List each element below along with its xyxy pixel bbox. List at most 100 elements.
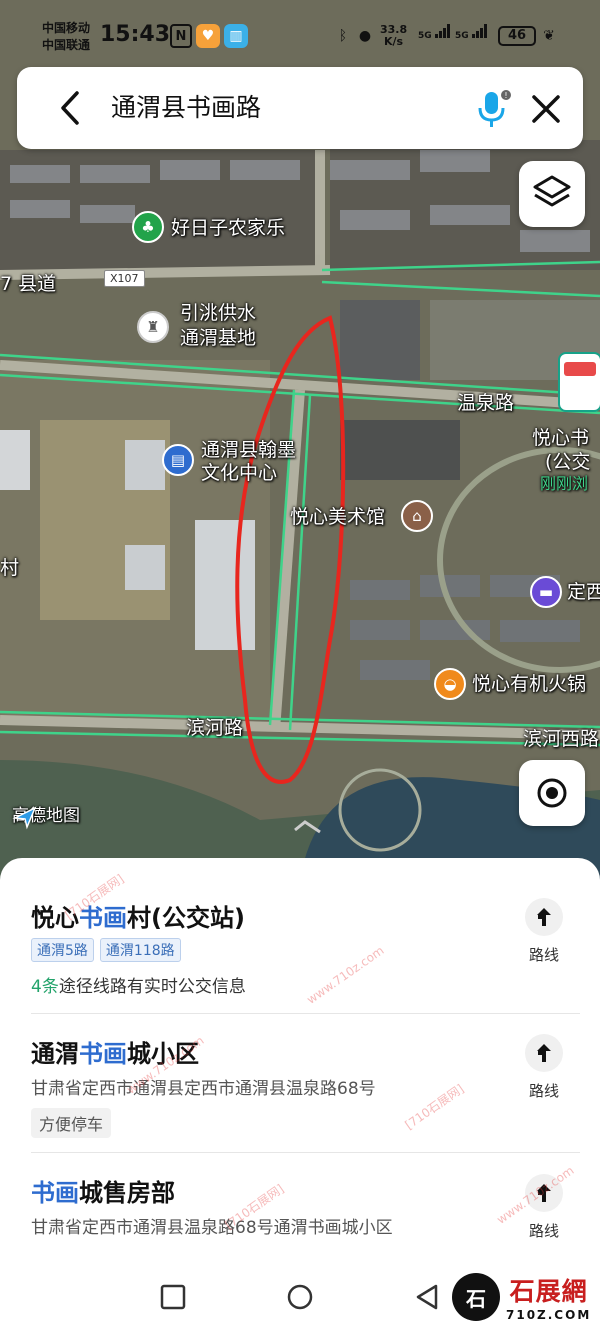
svg-text:!: ! (504, 91, 507, 100)
bus-stop-marker-icon[interactable] (558, 352, 600, 412)
signal-5g-1: 5G (418, 24, 451, 41)
farmstay-icon[interactable]: ♣ (132, 211, 164, 243)
hotel-icon[interactable]: ▬ (530, 576, 562, 608)
back-nav-button[interactable] (414, 1284, 440, 1310)
locate-icon (537, 778, 567, 808)
results-sheet[interactable]: 悦心书画村(公交站) 通渭5路 通渭118路 4条途径线路有实时公交信息 路线 通… (0, 858, 600, 1264)
layers-icon (533, 175, 571, 207)
route-icon-wrap (525, 898, 563, 936)
watermark: www.710z.com (304, 943, 387, 1007)
back-button[interactable] (53, 89, 89, 127)
brand-emblem: 石 (452, 1273, 500, 1321)
route-label: 路线 (528, 1222, 559, 1240)
status-bar: 中国移动 中国联通 15:43 N ♥ ▥ ᛒ ● 33.8 K/s 5G 5G… (0, 0, 600, 66)
back-arrow-icon (61, 91, 79, 125)
divider (31, 1013, 580, 1014)
county-road-label: 7 县道 (0, 273, 57, 295)
divider (31, 1152, 580, 1153)
route-label: 路线 (528, 946, 559, 964)
route-arrow-icon (537, 908, 551, 926)
site-watermark-logo: 石 石展網 710Z.COM (452, 1268, 597, 1326)
brand-name: 石展網 (509, 1277, 588, 1306)
road-wenquan: 温泉路 (457, 392, 515, 414)
recently-viewed-label: 刚刚浏 (540, 474, 589, 493)
result-title[interactable]: 悦心书画村(公交站) (31, 898, 245, 933)
poi-haorizi[interactable]: 好日子农家乐 (171, 216, 285, 240)
app-heart-icon: ♥ (196, 24, 220, 48)
result-address: 甘肃省定西市通渭县温泉路68号通渭书画城小区 (31, 1218, 393, 1238)
poi-yuexin-bus-line1[interactable]: 悦心书 (532, 426, 589, 450)
nfc-icon: N (170, 24, 192, 48)
poi-yuexin-art[interactable]: 悦心美术馆 (290, 505, 385, 529)
net-speed-unit: K/s (384, 35, 404, 48)
watermark: [710石展网] (402, 1081, 467, 1133)
title-highlight: 书画 (31, 1179, 79, 1207)
road-code-badge: X107 (104, 270, 145, 287)
route-label: 路线 (528, 1082, 559, 1100)
bluetooth-icon: ᛒ (338, 28, 348, 44)
clock: 15:43 (100, 22, 171, 47)
road-binhe-west: 滨河西路 (523, 728, 600, 750)
bus-line-tag: 通渭118路 (99, 938, 181, 962)
amap-logo: 高德地图 (12, 804, 80, 830)
brand-url: 710Z.COM (506, 1308, 592, 1322)
realtime-text: 途径线路有实时公交信息 (58, 977, 246, 997)
bus-line-tag: 通渭5路 (31, 938, 94, 962)
signal1-bars-icon (434, 24, 450, 38)
brand-text: 石展網 710Z.COM (506, 1272, 591, 1322)
poi-yintao-line2[interactable]: 通渭基地 (180, 326, 256, 350)
leaf-icon: ❦ (543, 28, 555, 44)
microphone-icon: ! (478, 90, 511, 127)
carrier-info: 中国移动 中国联通 (42, 20, 90, 54)
route-arrow-icon (537, 1044, 551, 1062)
poi-hanmo-line1[interactable]: 通渭县翰墨 (201, 438, 296, 462)
circle-icon (287, 1284, 313, 1310)
title-highlight: 书画 (79, 1040, 127, 1068)
amap-logo-icon (12, 806, 37, 830)
parking-chip: 方便停车 (31, 1108, 112, 1138)
poi-hanmo-line2[interactable]: 文化中心 (201, 461, 277, 485)
restaurant-icon[interactable]: ◒ (434, 668, 466, 700)
line-count: 4条 (31, 977, 59, 997)
recents-button[interactable] (160, 1284, 186, 1310)
realtime-info: 4条途径线路有实时公交信息 (31, 972, 246, 997)
landmark-icon[interactable]: ♜ (137, 311, 169, 343)
route-icon-wrap (525, 1034, 563, 1072)
triangle-back-icon (416, 1284, 438, 1310)
app-book-icon: ▥ (224, 24, 248, 48)
result-title[interactable]: 书画城售房部 (31, 1173, 175, 1208)
search-bar: ! (17, 67, 583, 149)
home-button[interactable] (287, 1284, 313, 1310)
signal2-label: 5G (455, 31, 469, 41)
edge-label: 村 (0, 557, 20, 579)
route-button[interactable]: 路线 (524, 1034, 564, 1101)
locate-me-button[interactable] (519, 760, 585, 826)
clear-search-button[interactable] (528, 91, 564, 127)
location-icon: ● (358, 28, 372, 44)
poi-yuexin-bus-line2[interactable]: (公交 (545, 450, 590, 474)
battery-indicator: 46 (498, 26, 536, 46)
poi-hotpot[interactable]: 悦心有机火锅 (472, 672, 586, 696)
square-icon (160, 1284, 186, 1310)
signal-5g-2: 5G (455, 24, 488, 41)
library-icon[interactable]: ▤ (162, 444, 194, 476)
signal1-label: 5G (418, 31, 432, 41)
bus-line-tags: 通渭5路 通渭118路 (31, 938, 187, 962)
network-speed: 33.8 K/s (380, 24, 407, 48)
signal2-bars-icon (471, 24, 487, 38)
result-address: 甘肃省定西市通渭县定西市通渭县温泉路68号 (31, 1079, 376, 1099)
route-button[interactable]: 路线 (524, 898, 564, 965)
voice-search-button[interactable]: ! (472, 89, 512, 129)
search-input[interactable] (111, 91, 431, 120)
title-part: 城售房部 (79, 1179, 175, 1207)
map-layers-button[interactable] (519, 161, 585, 227)
road-binhe: 滨河路 (186, 717, 244, 739)
title-part: 通渭 (31, 1040, 79, 1068)
carrier-2: 中国联通 (42, 38, 91, 52)
title-part: 村(公交站) (127, 904, 245, 932)
carrier-1: 中国移动 (42, 21, 91, 35)
poi-dingxi[interactable]: 定西 (567, 580, 600, 604)
museum-icon[interactable]: ⌂ (401, 500, 433, 532)
close-icon (532, 95, 560, 123)
poi-yintao-line1[interactable]: 引洮供水 (180, 301, 256, 325)
